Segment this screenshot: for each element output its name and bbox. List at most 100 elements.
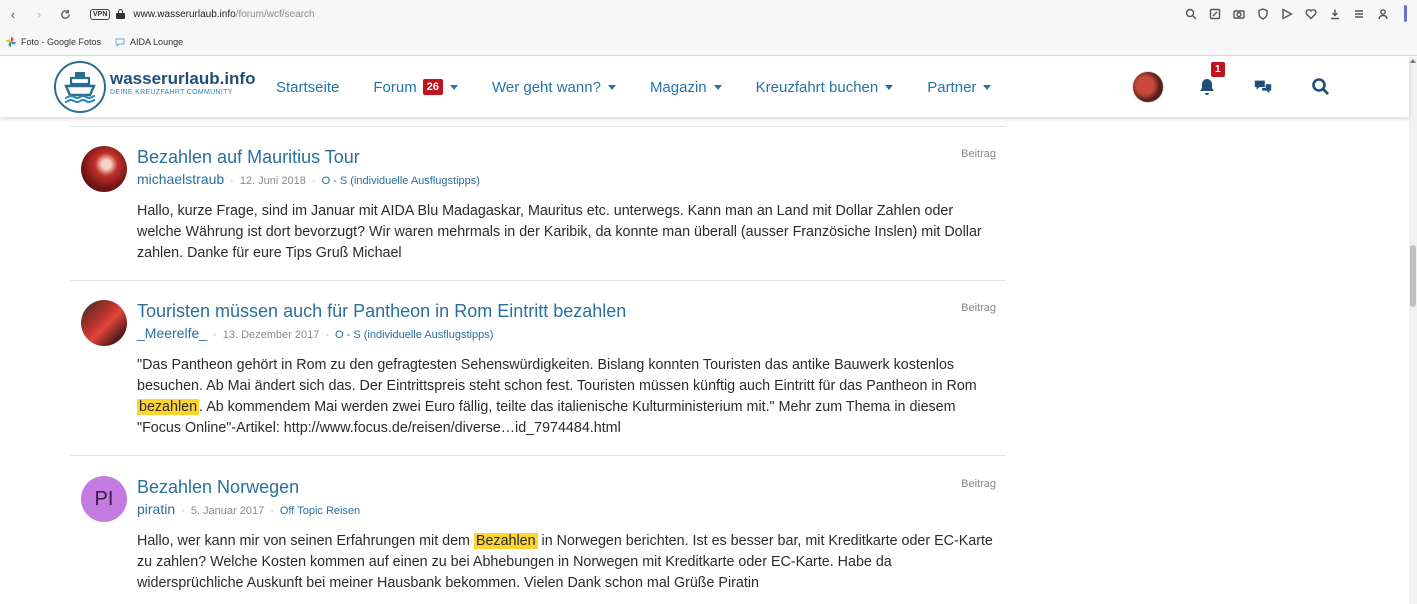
vpn-badge[interactable]: VPN bbox=[90, 8, 111, 20]
snippet-text: Hallo, kurze Frage, sind im Januar mit A… bbox=[137, 203, 982, 261]
forum-link[interactable]: O - S (individuelle Ausflugstipps) bbox=[335, 329, 493, 341]
edit-icon[interactable] bbox=[1205, 4, 1225, 24]
browser-chrome: ‹ › VPN www.wasserurlaub.info/forum/wcf/… bbox=[0, 0, 1417, 56]
author-avatar[interactable]: PI bbox=[81, 476, 127, 522]
post-date: 5. Januar 2017 bbox=[190, 505, 265, 517]
camera-icon[interactable] bbox=[1229, 4, 1249, 24]
caret-down-icon bbox=[983, 84, 992, 90]
search-highlight: Bezahlen bbox=[473, 533, 538, 549]
profile-icon[interactable] bbox=[1373, 4, 1393, 24]
reload-icon bbox=[60, 9, 70, 19]
bookmark-label: AIDA Lounge bbox=[130, 37, 184, 47]
result-title[interactable]: Touristen müssen auch für Pantheon in Ro… bbox=[137, 300, 626, 322]
main-nav: Startseite Forum 26 Wer geht wann? Magazi… bbox=[276, 57, 1025, 117]
result-meta: michaelstraub · 12. Juni 2018 · O - S (i… bbox=[137, 171, 480, 187]
menu-icon[interactable] bbox=[1349, 4, 1369, 24]
bookmarks-bar: Foto - Google Fotos AIDA Lounge bbox=[0, 32, 191, 52]
caret-down-icon bbox=[449, 84, 458, 90]
brand[interactable]: wasserurlaub.info DEINE KREUZFAHRT COMMU… bbox=[110, 69, 256, 97]
forward-button[interactable]: › bbox=[28, 3, 50, 25]
toolbar-icons bbox=[1181, 0, 1393, 28]
reload-button[interactable] bbox=[54, 3, 76, 25]
result-title[interactable]: Bezahlen Norwegen bbox=[137, 476, 299, 498]
meta-separator: · bbox=[325, 329, 330, 341]
lock-icon[interactable] bbox=[116, 9, 126, 19]
result-type: Beitrag bbox=[961, 478, 996, 490]
author-link[interactable]: michaelstraub bbox=[137, 171, 224, 187]
post-date: 13. Dezember 2017 bbox=[222, 329, 320, 341]
author-link[interactable]: _Meerelfe_ bbox=[137, 325, 207, 341]
site-logo[interactable] bbox=[54, 61, 106, 113]
bookmark-aida-lounge[interactable]: AIDA Lounge bbox=[115, 37, 184, 48]
send-icon[interactable] bbox=[1277, 4, 1297, 24]
bookmark-google-fotos[interactable]: Foto - Google Fotos bbox=[6, 37, 101, 47]
nav-label: Startseite bbox=[276, 78, 340, 96]
meta-separator: · bbox=[213, 329, 217, 341]
nav-kreuzfahrt-buchen[interactable]: Kreuzfahrt buchen bbox=[756, 79, 894, 96]
page-scrollbar[interactable] bbox=[1409, 57, 1417, 604]
nav-startseite[interactable]: Startseite bbox=[276, 79, 339, 96]
url-path: /forum/wcf/search bbox=[235, 8, 315, 20]
address-bar[interactable]: VPN www.wasserurlaub.info/forum/wcf/sear… bbox=[90, 3, 315, 25]
nav-label: Wer geht wann? bbox=[491, 78, 601, 96]
chat-bubble-icon bbox=[115, 37, 125, 48]
nav-partner[interactable]: Partner bbox=[927, 78, 992, 96]
scroll-thumb[interactable] bbox=[1410, 245, 1416, 307]
forum-link[interactable]: O - S (individuelle Ausflugstipps) bbox=[322, 175, 480, 187]
ship-icon bbox=[64, 72, 96, 104]
conversations-icon[interactable] bbox=[1251, 75, 1275, 99]
nav-forum[interactable]: Forum 26 bbox=[373, 79, 458, 96]
nav-label: Forum bbox=[373, 78, 417, 96]
snippet-text: "Das Pantheon gehört in Rom zu den gefra… bbox=[137, 357, 977, 394]
result-type: Beitrag bbox=[961, 148, 996, 160]
divider bbox=[70, 126, 1006, 127]
scroll-up-icon[interactable] bbox=[1410, 59, 1416, 63]
result-snippet: Hallo, kurze Frage, sind im Januar mit A… bbox=[137, 201, 997, 264]
back-button[interactable]: ‹ bbox=[2, 3, 24, 25]
user-avatar[interactable] bbox=[1132, 71, 1164, 103]
forum-link[interactable]: Off Topic Reisen bbox=[280, 505, 360, 517]
caret-down-icon bbox=[885, 84, 894, 90]
author-link[interactable]: piratin bbox=[137, 501, 175, 517]
caret-down-icon bbox=[607, 84, 616, 90]
divider bbox=[70, 455, 1006, 456]
nav-magazin[interactable]: Magazin bbox=[650, 79, 722, 96]
snippet-text: Hallo, wer kann mir von seinen Erfahrung… bbox=[137, 533, 474, 549]
post-date: 12. Juni 2018 bbox=[239, 175, 306, 187]
meta-separator: · bbox=[270, 505, 274, 517]
result-meta: _Meerelfe_ · 13. Dezember 2017 · O - S (… bbox=[137, 325, 493, 341]
author-avatar[interactable] bbox=[81, 300, 127, 346]
nav-label: Magazin bbox=[649, 78, 707, 96]
caret-down-icon bbox=[713, 84, 722, 90]
nav-wer-geht-wann[interactable]: Wer geht wann? bbox=[492, 79, 616, 96]
site-header: wasserurlaub.info DEINE KREUZFAHRT COMMU… bbox=[0, 57, 1409, 117]
meta-separator: · bbox=[181, 505, 185, 517]
forum-count-badge: 26 bbox=[422, 79, 443, 95]
nav-label: Partner bbox=[927, 78, 977, 96]
browser-toolbar: ‹ › VPN www.wasserurlaub.info/forum/wcf/… bbox=[0, 0, 1417, 28]
result-title[interactable]: Bezahlen auf Mauritius Tour bbox=[137, 146, 360, 168]
search-icon[interactable] bbox=[1181, 4, 1201, 24]
result-snippet: "Das Pantheon gehört in Rom zu den gefra… bbox=[137, 355, 997, 439]
download-icon[interactable] bbox=[1325, 4, 1345, 24]
search-highlight: bezahlen bbox=[137, 399, 200, 415]
divider bbox=[70, 280, 1006, 281]
nav-label: Kreuzfahrt buchen bbox=[755, 78, 879, 96]
author-avatar[interactable] bbox=[81, 146, 127, 192]
bell-icon[interactable] bbox=[1195, 75, 1219, 99]
meta-separator: · bbox=[311, 175, 316, 187]
shield-icon[interactable] bbox=[1253, 4, 1273, 24]
meta-separator: · bbox=[230, 175, 234, 187]
url-domain: www.wasserurlaub.info bbox=[133, 8, 236, 20]
brand-tagline: DEINE KREUZFAHRT COMMUNITY bbox=[110, 89, 233, 96]
brand-name: wasserurlaub.info bbox=[110, 69, 256, 88]
snippet-text: . Ab kommendem Mai werden zwei Euro fäll… bbox=[137, 399, 956, 436]
pinwheel-icon bbox=[6, 37, 16, 47]
heart-icon[interactable] bbox=[1301, 4, 1321, 24]
bookmark-label: Foto - Google Fotos bbox=[21, 37, 102, 47]
result-meta: piratin · 5. Januar 2017 · Off Topic Rei… bbox=[137, 501, 360, 517]
search-icon[interactable] bbox=[1309, 75, 1333, 99]
sidebar-accent bbox=[1404, 5, 1407, 22]
result-type: Beitrag bbox=[961, 302, 996, 314]
notification-badge: 1 bbox=[1211, 62, 1225, 77]
